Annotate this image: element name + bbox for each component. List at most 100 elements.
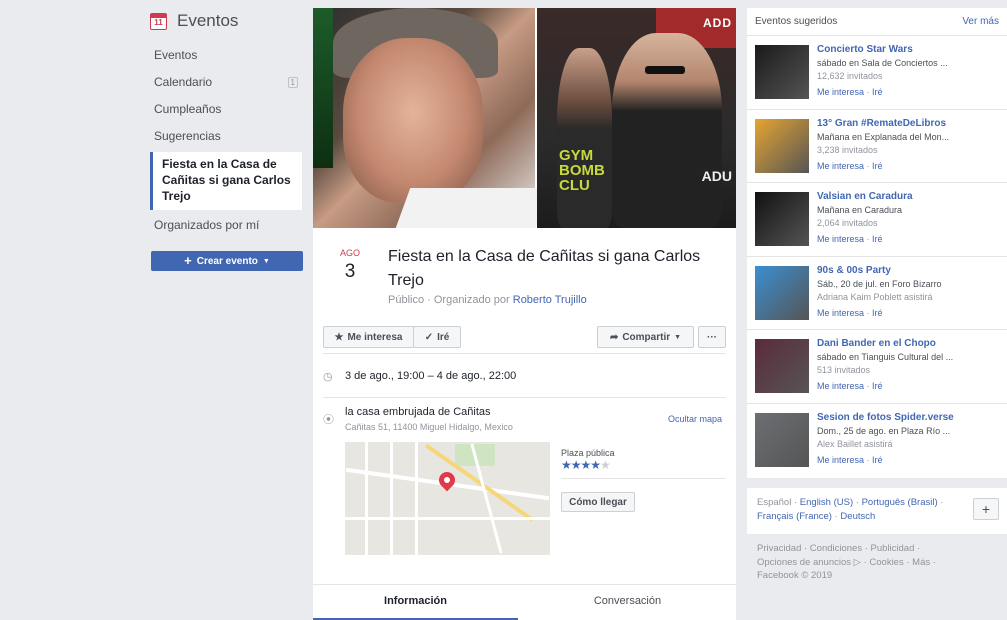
suggested-event-actions: Me interesa · Iré — [817, 234, 883, 244]
location-address: Cañitas 51, 11400 Miguel Hidalgo, Mexico — [345, 422, 513, 432]
sidebar-item-label: Cumpleaños — [154, 102, 222, 116]
suggested-event-attendance: 12,632 invitados — [817, 71, 883, 81]
suggested-event-title[interactable]: Concierto Star Wars — [817, 44, 913, 55]
cover-photo-face — [343, 38, 483, 203]
language-link-de[interactable]: Deutsch — [840, 511, 875, 522]
event-month: AGO — [339, 248, 360, 258]
suggested-going-link[interactable]: Iré — [872, 161, 883, 171]
suggested-event-actions: Me interesa · Iré — [817, 161, 883, 171]
cover-photo-left — [313, 8, 551, 228]
see-more-link[interactable]: Ver más — [962, 16, 999, 27]
organized-by-label: Organizado por — [433, 294, 510, 306]
event-date-box: AGO 3 — [333, 248, 367, 283]
suggested-event-when-where: Mañana en Caradura — [817, 205, 903, 215]
map-marker-icon — [435, 468, 459, 492]
event-time: 3 de ago., 19:00 – 4 de ago., 22:00 — [345, 370, 517, 382]
tab-conversacion[interactable]: Conversación — [525, 585, 730, 620]
suggested-event-title[interactable]: 13° Gran #RemateDeLibros — [817, 118, 946, 129]
divider — [561, 478, 726, 479]
sidebar-item-eventos[interactable]: Eventos — [140, 42, 310, 69]
language-link-en[interactable]: English (US) — [800, 497, 853, 508]
event-thumbnail[interactable] — [755, 339, 809, 393]
event-thumbnail[interactable] — [755, 118, 809, 173]
create-event-button[interactable]: + Crear evento ▼ — [151, 251, 303, 271]
map-road — [390, 442, 393, 555]
suggested-event-item[interactable]: 90s & 00s Party Sáb., 20 de jul. en Foro … — [747, 257, 1007, 330]
event-thumbnail[interactable] — [755, 45, 809, 99]
footer-copyright: Facebook © 2019 — [757, 570, 833, 581]
going-button[interactable]: ✓ Iré — [413, 326, 461, 348]
sidebar-item-sugerencias[interactable]: Sugerencias — [140, 123, 310, 150]
suggested-event-title[interactable]: Sesion de fotos Spider.verse — [817, 412, 954, 423]
more-options-button[interactable]: ··· — [698, 326, 726, 348]
suggested-going-link[interactable]: Iré — [872, 381, 883, 391]
suggested-event-item[interactable]: Valsian en Caradura Mañana en Caradura 2,0… — [747, 183, 1007, 257]
footer-links-2[interactable]: Opciones de anuncios ▷ · Cookies · Más · — [757, 556, 997, 570]
language-link-fr[interactable]: Français (France) — [757, 511, 832, 522]
suggested-event-attendance: 2,064 invitados — [817, 218, 878, 228]
location-map[interactable] — [345, 442, 550, 555]
share-button[interactable]: ➦ Compartir ▼ — [597, 326, 694, 348]
sidebar-item-calendario[interactable]: Calendario 1 — [140, 69, 310, 96]
suggested-event-attendance: Adriana Kaim Poblett asistirá — [817, 291, 933, 302]
suggested-event-title[interactable]: Dani Bander en el Chopo — [817, 338, 936, 349]
suggested-going-link[interactable]: Iré — [872, 87, 883, 97]
suggested-interest-link[interactable]: Me interesa — [817, 234, 864, 244]
event-thumbnail[interactable] — [755, 412, 809, 467]
sidebar-item-current-event[interactable]: Fiesta en la Casa de Cañitas si gana Car… — [150, 152, 302, 210]
sidebar-item-label: Eventos — [154, 48, 198, 62]
suggested-event-attendance: Alex Baillet asistirá — [817, 438, 893, 449]
suggested-event-title[interactable]: 90s & 00s Party — [817, 265, 891, 276]
suggested-interest-link[interactable]: Me interesa — [817, 161, 864, 171]
cover-photo-person-2 — [612, 33, 722, 228]
suggested-event-item[interactable]: 13° Gran #RemateDeLibros Mañana en Explan… — [747, 110, 1007, 183]
suggested-event-when-where: Sáb., 20 de jul. en Foro Bizarro — [817, 278, 942, 289]
suggested-events-list: Concierto Star Wars sábado en Sala de Con… — [747, 36, 1007, 477]
tab-informacion[interactable]: Información — [313, 585, 518, 620]
separator-dot: · — [864, 87, 873, 97]
cover-sign-text: ADD — [703, 16, 732, 30]
sidebar-item-organizados[interactable]: Organizados por mí — [140, 212, 310, 239]
suggested-event-actions: Me interesa · Iré — [817, 455, 883, 465]
sidebar-header[interactable]: 11 Eventos — [140, 0, 310, 42]
suggested-event-item[interactable]: Dani Bander en el Chopo sábado en Tiangui… — [747, 330, 1007, 404]
suggested-interest-link[interactable]: Me interesa — [817, 87, 864, 97]
event-day: 3 — [344, 261, 356, 282]
cover-photo-green-sign — [313, 8, 333, 168]
suggested-going-link[interactable]: Iré — [872, 308, 883, 318]
event-actions: ★ Me interesa ✓ Iré ➦ Compartir ▼ ··· — [323, 320, 726, 354]
suggested-event-item[interactable]: Concierto Star Wars sábado en Sala de Con… — [747, 36, 1007, 110]
event-thumbnail[interactable] — [755, 265, 809, 320]
hide-map-link[interactable]: Ocultar mapa — [668, 414, 722, 424]
suggested-events-box: Eventos sugeridos Ver más Concierto Star… — [747, 8, 1007, 478]
event-tabs: Información Conversación — [313, 584, 736, 620]
suggested-going-link[interactable]: Iré — [872, 455, 883, 465]
check-icon: ✓ — [424, 331, 434, 343]
organizer-link[interactable]: Roberto Trujillo — [513, 294, 587, 306]
event-meta: Público · Organizado por Roberto Trujill… — [388, 294, 587, 306]
suggested-interest-link[interactable]: Me interesa — [817, 381, 864, 391]
suggested-interest-link[interactable]: Me interesa — [817, 455, 864, 465]
right-column: Eventos sugeridos Ver más Concierto Star… — [747, 8, 1007, 591]
map-road — [345, 517, 550, 520]
sidebar-item-cumpleanos[interactable]: Cumpleaños — [140, 96, 310, 123]
event-thumbnail[interactable] — [755, 192, 809, 246]
suggested-event-title[interactable]: Valsian en Caradura — [817, 191, 913, 202]
interest-button[interactable]: ★ Me interesa — [323, 326, 414, 348]
footer: Privacidad · Condiciones · Publicidad · … — [747, 534, 1007, 591]
suggested-interest-link[interactable]: Me interesa — [817, 308, 864, 318]
sidebar-title: Eventos — [177, 11, 239, 30]
separator-dot: · — [940, 497, 944, 508]
language-link-pt[interactable]: Português (Brasil) — [862, 497, 938, 508]
suggested-going-link[interactable]: Iré — [872, 234, 883, 244]
footer-links-1[interactable]: Privacidad · Condiciones · Publicidad · — [757, 542, 997, 556]
event-header: AGO 3 Fiesta en la Casa de Cañitas si ga… — [313, 228, 736, 320]
separator-dot: · — [864, 454, 873, 465]
suggested-event-item[interactable]: Sesion de fotos Spider.verse Dom., 25 de … — [747, 404, 1007, 478]
cover-photo[interactable]: ADD GYM BOMB CLU ADU — [313, 8, 736, 228]
location-name[interactable]: la casa embrujada de Cañitas — [345, 406, 491, 418]
add-language-button[interactable]: + — [973, 498, 999, 520]
share-label: Compartir — [622, 331, 671, 343]
directions-button[interactable]: Cómo llegar — [561, 492, 635, 512]
event-title: Fiesta en la Casa de Cañitas si gana Car… — [388, 248, 701, 289]
